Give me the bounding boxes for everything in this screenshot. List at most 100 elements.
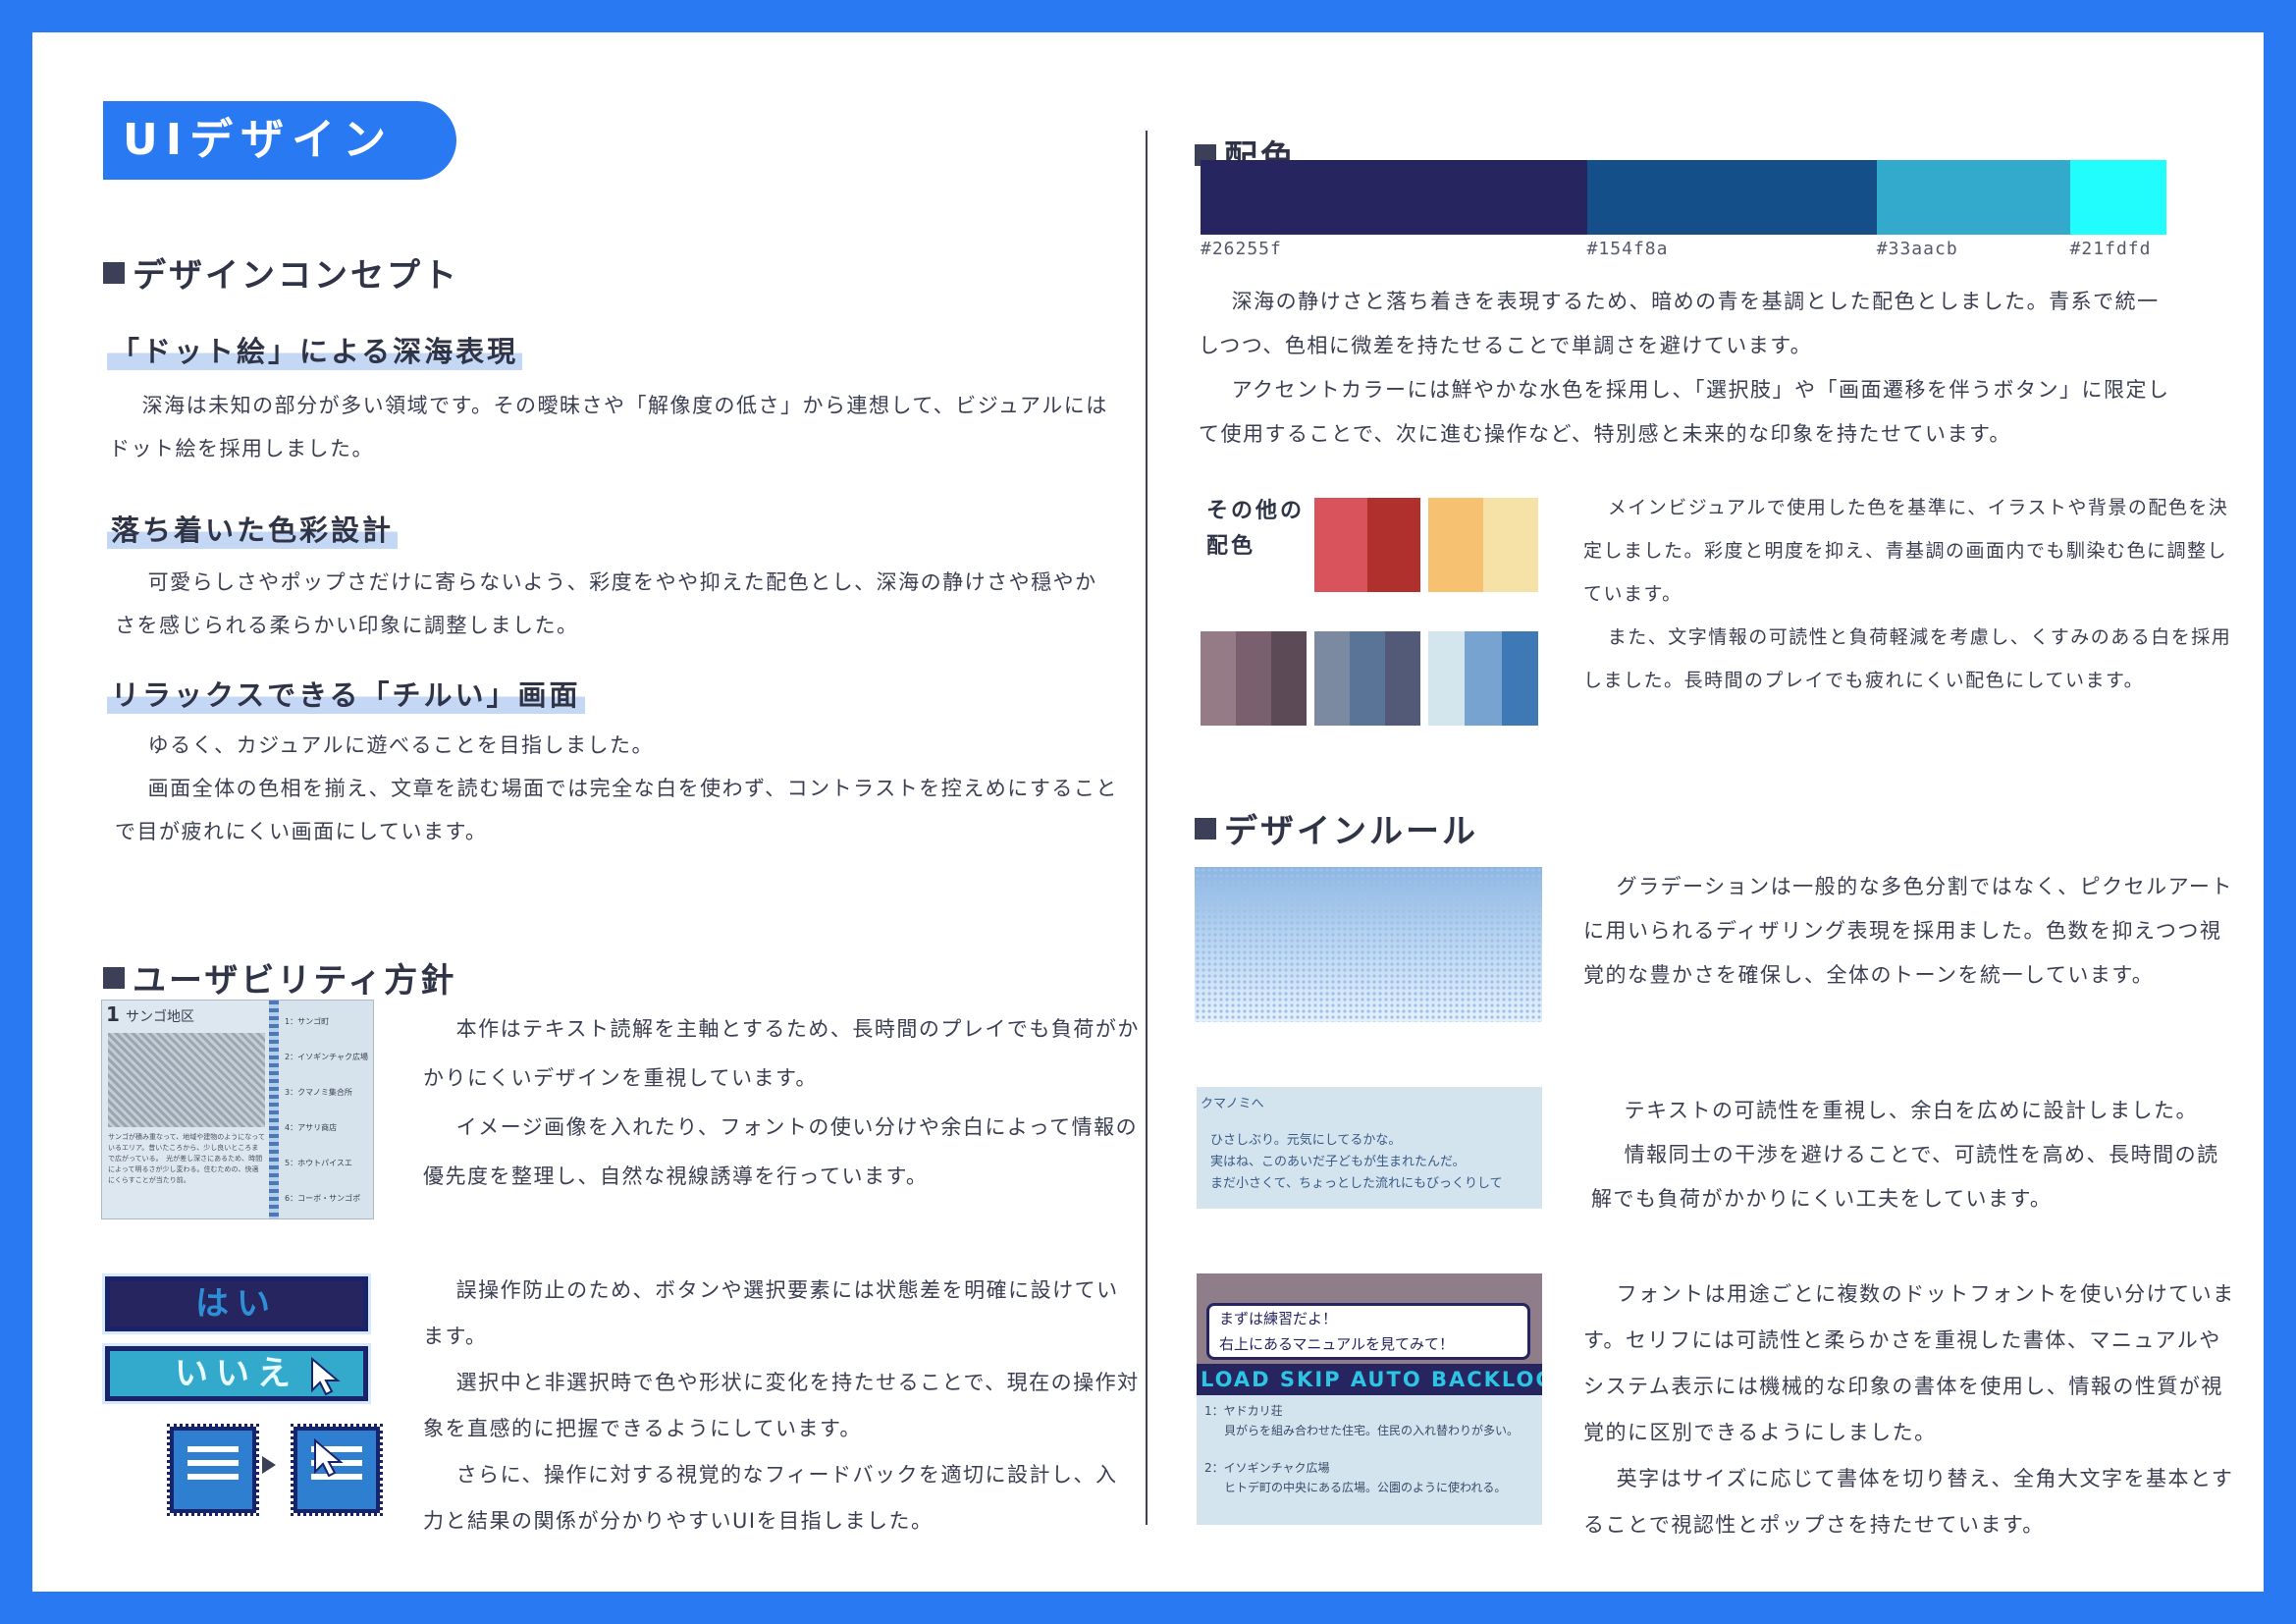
- paragraph: 可愛らしさやポップさだけに寄らないよう、彩度をやや抑えた配色とし、深海の静けさや…: [115, 570, 1097, 637]
- sub-palette: [1201, 631, 1307, 726]
- game-list: 1：ヤドカリ荘 貝がらを組み合わせた住宅。住民の入れ替わりが多い。 2：イソギン…: [1197, 1395, 1542, 1525]
- paragraph: 誤操作防止のため、ボタンや選択要素には状態差を明確に設けています。: [423, 1278, 1119, 1348]
- sub-palette: [1314, 498, 1420, 592]
- paragraph: イメージ画像を入れたり、フォントの使い分けや余白によって情報の優先度を整理し、自…: [423, 1115, 1139, 1188]
- paragraph: 情報同士の干渉を避けることで、可読性を高め、長時間の読解でも負荷がかかりにくい工…: [1591, 1143, 2219, 1211]
- palette-swatch: [1428, 631, 1466, 726]
- letter-line: 実はね、このあいだ子どもが生まれたんだ。: [1210, 1155, 1466, 1169]
- rules-text-3: フォントは用途ごとに複数のドットフォントを使い分けています。セリフには可読性と柔…: [1583, 1272, 2237, 1548]
- usability-text-1: 本作はテキスト読解を主軸とするため、長時間のプレイでも負荷がかかりにくいデザイン…: [423, 1004, 1140, 1201]
- sub-palette: [1314, 631, 1420, 726]
- paragraph: また、文字情報の可読性と負荷軽減を考慮し、くすみのある白を採用しました。長時間の…: [1583, 626, 2232, 691]
- palette-swatch: [1428, 498, 1483, 592]
- cursor-icon: [311, 1357, 341, 1396]
- paragraph: 選択中と非選択時で色や形状に変化を持たせることで、現在の操作対象を直感的に把握で…: [423, 1371, 1140, 1440]
- rules-text-2: テキストの可読性を重視し、余白を広めに設計しました。 情報同士の干渉を避けること…: [1591, 1089, 2239, 1221]
- sub-palette: [1428, 631, 1538, 726]
- concept-heading: デザインコンセプト: [103, 248, 459, 297]
- sub-palette: [1428, 498, 1538, 592]
- arrow-right-icon: [262, 1456, 276, 1474]
- usability-heading: ユーザビリティ方針: [103, 953, 456, 1001]
- color-swatch: [1876, 160, 2070, 235]
- guidebook-photo: [108, 1033, 265, 1127]
- game-list-desc: ヒトデ町の中央にある広場。公園のように使われる。: [1224, 1481, 1507, 1494]
- main-color-labels: #26255f #154f8a #33aacb #21fdfd: [1201, 239, 2166, 262]
- paragraph: フォントは用途ごとに複数のドットフォントを使い分けています。セリフには可読性と柔…: [1583, 1282, 2235, 1444]
- palette-swatch: [1367, 498, 1420, 592]
- paragraph: グラデーションは一般的な多色分割ではなく、ピクセルアートに用いられるディザリング…: [1583, 875, 2233, 987]
- palette-swatch: [1465, 631, 1502, 726]
- list-item: 4：アサリ商店: [285, 1123, 338, 1132]
- paragraph: さらに、操作に対する視覚的なフィードバックを適切に設計し、入力と結果の関係が分か…: [423, 1463, 1118, 1533]
- dialogue-bubble: まずは練習だよ！ 右上にあるマニュアルを見てみて！: [1206, 1303, 1530, 1360]
- list-item: 6：コーボ・サンゴポ: [285, 1194, 361, 1203]
- page: UIデザイン デザインコンセプト 「ドット絵」による深海表現 深海は未知の部分が…: [32, 32, 2264, 1592]
- square-icon: [103, 261, 125, 284]
- main-color-bar: [1201, 160, 2166, 235]
- game-list-title: 2：イソギンチャク広場: [1204, 1461, 1330, 1475]
- yes-button[interactable]: はい: [102, 1273, 371, 1334]
- usability-heading-text: ユーザビリティ方針: [133, 961, 457, 1001]
- concept-item-2: 落ち着いた色彩設計: [107, 508, 399, 549]
- rules-text-1: グラデーションは一般的な多色分割ではなく、ピクセルアートに用いられるディザリング…: [1583, 865, 2237, 998]
- concept-item-title: 落ち着いた色彩設計: [107, 508, 399, 549]
- palette-swatch: [1501, 631, 1538, 726]
- color-swatch: [1586, 160, 1877, 235]
- rules-heading: デザインルール: [1195, 804, 1478, 852]
- color-text: 深海の静けさと落ち着きを表現するため、暗めの青を基調とした配色としました。青系で…: [1199, 280, 2180, 457]
- guidebook-caption: サンゴが積み重なって、地域や建物のようになっているエリア。昔いたころから、少し良…: [108, 1133, 265, 1184]
- palette-swatch: [1385, 631, 1420, 726]
- paragraph: 深海の静けさと落ち着きを表現するため、暗めの青を基調とした配色としました。青系で…: [1199, 290, 2160, 357]
- concept-item-2-text: 可愛らしさやポップさだけに寄らないよう、彩度をやや抑えた配色とし、深海の静けさや…: [115, 561, 1116, 647]
- concept-item-3-text: ゆるく、カジュアルに遊べることを目指しました。 画面全体の色相を揃え、文章を読む…: [115, 724, 1126, 853]
- game-list-title: 1：ヤドカリ荘: [1204, 1404, 1283, 1418]
- paragraph: 深海は未知の部分が多い領域です。その曖昧さや「解像度の低さ」から連想して、ビジュ…: [109, 394, 1108, 460]
- document-icon: [167, 1424, 259, 1516]
- guidebook-spine: [269, 1001, 279, 1218]
- letter-line: ひさしぶり。元気にしてるかな。: [1210, 1133, 1402, 1148]
- palette-swatch: [1483, 498, 1538, 592]
- palette-swatch: [1314, 498, 1367, 592]
- paragraph: アクセントカラーには鮮やかな水色を採用し、「選択肢」や「画面遷移を伴うボタン」に…: [1199, 378, 2170, 446]
- palette-swatch: [1201, 631, 1236, 726]
- rules-heading-text: デザインルール: [1224, 812, 1478, 851]
- column-divider: [1146, 131, 1148, 1525]
- no-button-label: いいえ: [175, 1354, 298, 1393]
- page-title: UIデザイン: [103, 101, 456, 180]
- dither-gradient-sample: [1195, 867, 1542, 1022]
- concept-item-1-text: 深海は未知の部分が多い領域です。その曖昧さや「解像度の低さ」から連想して、ビジュ…: [109, 384, 1120, 470]
- guidebook-image: 1 サンゴ地区 サンゴが積み重なって、地域や建物のようになっているエリア。昔いた…: [101, 1000, 374, 1219]
- cursor-icon: [314, 1438, 344, 1478]
- dialogue-line: まずは練習だよ！: [1219, 1310, 1338, 1327]
- list-item: 2：イソギンチャク広場: [285, 1053, 369, 1061]
- concept-heading-text: デザインコンセプト: [133, 256, 459, 296]
- paragraph: メインビジュアルで使用した色を基準に、イラストや背景の配色を決定しました。彩度と…: [1583, 497, 2229, 605]
- game-screen-sample: LOAD SKIP AUTO BACKLOG まずは練習だよ！ 右上にあるマニュ…: [1197, 1273, 1542, 1525]
- list-item: 5：ホウトパイスエ: [285, 1159, 352, 1167]
- color-swatch-label: #154f8a: [1586, 239, 1669, 259]
- paragraph: ゆるく、カジュアルに遊べることを目指しました。: [147, 733, 654, 757]
- game-menu: LOAD SKIP AUTO BACKLOG: [1201, 1368, 1542, 1391]
- square-icon: [1195, 817, 1216, 839]
- usability-text-2: 誤操作防止のため、ボタンや選択要素には状態差を明確に設けています。 選択中と非選…: [423, 1268, 1140, 1544]
- dialogue-line: 右上にあるマニュアルを見てみて！: [1219, 1335, 1454, 1353]
- palette-swatch: [1271, 631, 1307, 726]
- palette-swatch: [1314, 631, 1350, 726]
- paragraph: 画面全体の色相を揃え、文章を読む場面では完全な白を使わず、コントラストを控えめに…: [115, 777, 1118, 843]
- game-list-desc: 貝がらを組み合わせた住宅。住民の入れ替わりが多い。: [1224, 1424, 1520, 1437]
- paragraph: テキストの可読性を重視し、余白を広めに設計しました。: [1624, 1099, 2198, 1122]
- no-button-selected[interactable]: いいえ: [102, 1343, 371, 1404]
- guidebook-area: サンゴ地区: [126, 1009, 194, 1025]
- letter-line: まだ小さくて、ちょっとした流れにもびっくりして: [1210, 1176, 1503, 1191]
- letter-to: クマノミへ: [1201, 1097, 1264, 1111]
- color-swatch: [1201, 160, 1587, 235]
- guidebook-number: 1: [106, 1002, 120, 1026]
- list-item: 3：クマノミ集合所: [285, 1088, 352, 1097]
- other-colors-text: メインビジュアルで使用した色を基準に、イラストや背景の配色を決定しました。彩度と…: [1583, 486, 2237, 702]
- list-item: 1：サンゴ町: [285, 1017, 330, 1026]
- document-selected-icon: [291, 1424, 383, 1516]
- color-swatch-label: #33aacb: [1876, 239, 1958, 259]
- concept-item-title: リラックスできる「チルい」画面: [107, 673, 585, 714]
- square-icon: [103, 966, 125, 989]
- color-swatch-label: #26255f: [1201, 239, 1282, 259]
